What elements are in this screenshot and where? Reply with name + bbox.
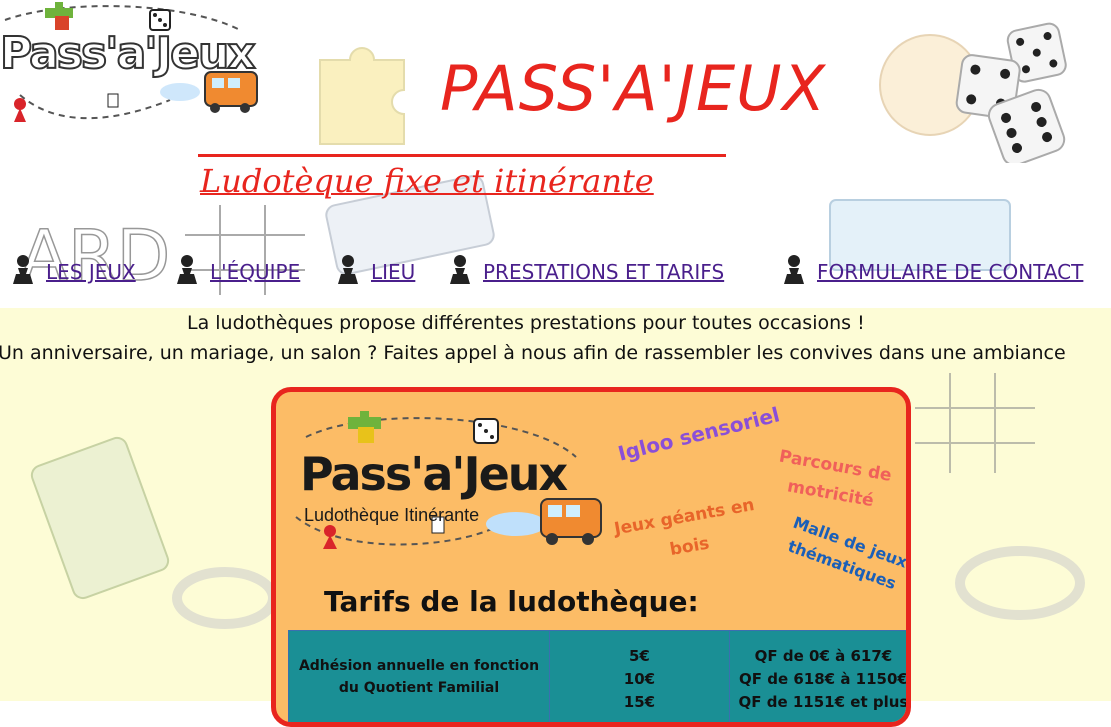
site-subtitle: Ludotèque fixe et itinérante: [200, 162, 654, 200]
pawn-icon: [447, 254, 473, 286]
price-value: 15€: [551, 691, 728, 714]
subtitle-divider: [198, 154, 726, 157]
dice-icon: [951, 18, 1081, 163]
pawn-icon: [174, 254, 200, 286]
site-logo[interactable]: Pass'a'Jeux: [0, 0, 270, 135]
playing-card-doodle: [30, 428, 170, 608]
table-cell-brackets: QF de 0€ à 617€ QF de 618€ à 1150€ QF de…: [729, 631, 911, 727]
nav-item-prestations[interactable]: PRESTATIONS ET TARIFS: [447, 246, 724, 286]
flyer-title: Tarifs de la ludothèque:: [324, 585, 699, 618]
tag-igloo: Igloo sensoriel: [616, 402, 782, 465]
table-row: Adhésion annuelle en fonction du Quotien…: [289, 631, 912, 727]
flyer-logo-subtitle: Ludothèque Itinérante: [304, 505, 479, 526]
nav-label: LES JEUX: [46, 260, 136, 286]
ring-doodle: [950, 528, 1090, 638]
flyer-logo-text: Pass'a'Jeux: [300, 447, 566, 501]
site-header: ARD Pass'a'Jeux PASS'A'JEUX Ludotèque fi…: [0, 0, 1111, 308]
tag-parcours: Parcours de motricité: [772, 443, 894, 518]
flyer-logo: Pass'a'Jeux Ludothèque Itinérante: [286, 407, 606, 557]
cell-label-line1: Adhésion annuelle en fonction: [290, 655, 548, 677]
main-nav: LES JEUX L'ÉQUIPE LIEU PRESTATIONS ET TA…: [0, 246, 1111, 286]
nav-item-equipe[interactable]: L'ÉQUIPE: [174, 246, 300, 286]
tarifs-flyer: Pass'a'Jeux Ludothèque Itinérante Igloo …: [271, 387, 911, 727]
intro-line-1: La ludothèques propose différentes prest…: [187, 312, 865, 334]
cell-label-line2: du Quotient Familial: [290, 677, 548, 699]
tag-jeux-geants: Jeux géants en bois: [612, 490, 762, 574]
table-cell-prices: 5€ 10€ 15€: [550, 631, 730, 727]
pawn-icon: [781, 254, 807, 286]
nav-item-contact[interactable]: FORMULAIRE DE CONTACT: [781, 246, 1083, 286]
nav-label: L'ÉQUIPE: [210, 260, 300, 286]
table-cell-label: Adhésion annuelle en fonction du Quotien…: [289, 631, 550, 727]
nav-item-lieu[interactable]: LIEU: [335, 246, 415, 286]
nav-label: PRESTATIONS ET TARIFS: [483, 260, 724, 286]
puzzle-piece-doodle: [300, 30, 430, 160]
tictactoe-doodle: [910, 368, 1040, 478]
tarifs-table: Adhésion annuelle en fonction du Quotien…: [288, 630, 911, 727]
page-title: PASS'A'JEUX: [440, 52, 826, 125]
nav-label: LIEU: [371, 260, 415, 286]
intro-line-2: Un anniversaire, un mariage, un salon ? …: [0, 342, 1066, 364]
nav-label: FORMULAIRE DE CONTACT: [817, 260, 1083, 286]
pawn-icon: [10, 254, 36, 286]
tag-malle: Malle de jeux thématiques: [781, 511, 910, 597]
nav-item-les-jeux[interactable]: LES JEUX: [10, 246, 136, 286]
ring-doodle: [170, 548, 280, 648]
pawn-icon: [335, 254, 361, 286]
logo-text: Pass'a'Jeux: [0, 28, 254, 79]
qf-bracket: QF de 1151€ et plus: [731, 691, 911, 714]
qf-bracket: QF de 0€ à 617€: [731, 645, 911, 668]
price-value: 5€: [551, 645, 728, 668]
price-value: 10€: [551, 668, 728, 691]
qf-bracket: QF de 618€ à 1150€: [731, 668, 911, 691]
